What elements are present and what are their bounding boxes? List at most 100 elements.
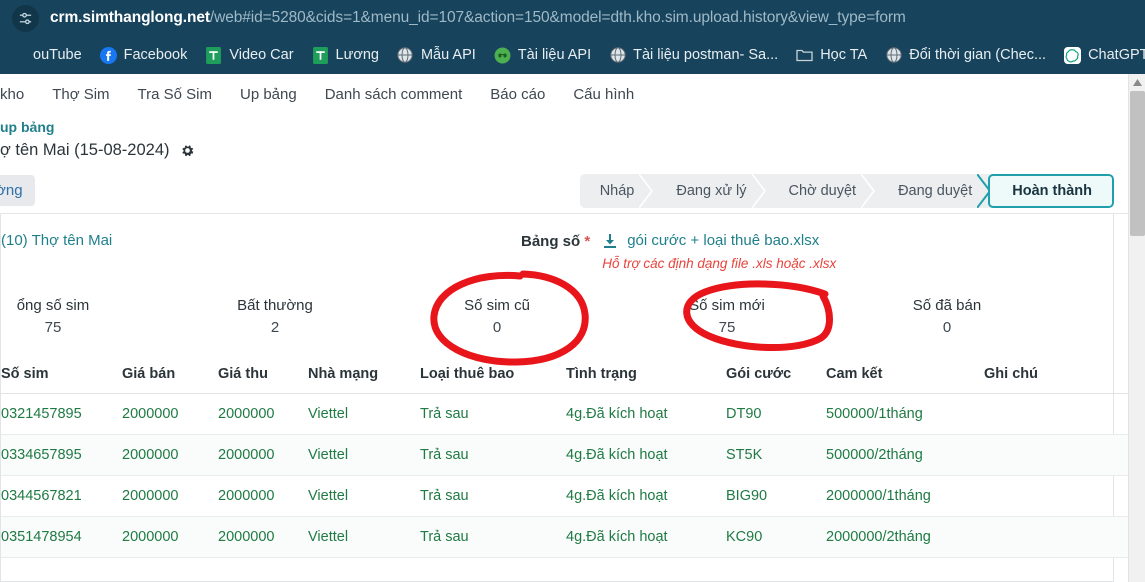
globe-icon	[609, 47, 626, 64]
globe-icon	[397, 47, 414, 64]
workflow-statusbar[interactable]: Nháp Đang xử lý Chờ duyệt Đang duyệt Hoà…	[579, 173, 1114, 208]
postman-icon	[494, 47, 511, 64]
column-header-ghi-chu[interactable]: Ghi chú	[984, 362, 1129, 394]
bookmark-mau-api[interactable]: Mẫu API	[388, 44, 485, 67]
browser-chrome: crm.simthanglong.net/web#id=5280&cids=1&…	[0, 0, 1145, 74]
stat-label: ổng số sim	[16, 297, 90, 314]
gear-icon[interactable]	[180, 143, 195, 158]
column-header-gia-ban[interactable]: Giá bán	[122, 362, 218, 394]
column-header-nha-mang[interactable]: Nhà mạng	[308, 362, 420, 394]
column-header-loai-thue-bao[interactable]: Loại thuê bao	[420, 362, 566, 394]
status-step-hoan-thanh[interactable]: Hoàn thành	[988, 173, 1114, 208]
nav-item-tra-so-sim[interactable]: Tra Số Sim	[124, 86, 226, 103]
nav-item-kho[interactable]: kho	[0, 86, 38, 103]
record-header: up bảng ợ tên Mai (15-08-2024)	[0, 114, 1128, 168]
table-row[interactable]: 0334657895 2000000 2000000 Viettel Trả s…	[1, 434, 1129, 476]
tho-name-label: (10) Thợ tên Mai	[1, 232, 113, 249]
cell-ghi-chu	[984, 516, 1129, 558]
download-icon[interactable]	[602, 233, 618, 249]
bookmark-label: ouTube	[33, 47, 82, 63]
chevron-separator-icon	[639, 173, 654, 208]
bookmark-chatgpt[interactable]: ChatGPT	[1055, 44, 1145, 67]
chevron-separator-icon	[861, 173, 876, 208]
cell-gia-thu: 2000000	[218, 393, 308, 435]
vertical-scrollbar[interactable]	[1128, 74, 1145, 582]
file-line[interactable]: gói cước + loại thuê bao.xlsx	[602, 232, 836, 249]
settings-sliders-icon[interactable]	[12, 4, 39, 32]
stat-value: 75	[44, 319, 62, 336]
status-step-label: Nháp	[599, 182, 635, 199]
cell-loai-thue-bao: Trả sau	[420, 393, 566, 435]
cell-nha-mang: Viettel	[308, 434, 420, 476]
cell-nha-mang: Viettel	[308, 516, 420, 558]
nav-item-bao-cao[interactable]: Báo cáo	[476, 86, 559, 103]
nav-item-danh-sach-comment[interactable]: Danh sách comment	[311, 86, 477, 103]
bookmark-tai-lieu-postman[interactable]: Tài liệu postman- Sa...	[600, 44, 787, 67]
status-step-label: Đang duyệt	[898, 182, 973, 199]
url-text[interactable]: crm.simthanglong.net/web#id=5280&cids=1&…	[50, 9, 906, 27]
required-mark: *	[584, 233, 591, 250]
cell-goi-cuoc: ST5K	[726, 434, 826, 476]
cell-gia-ban: 2000000	[122, 516, 218, 558]
bookmark-tai-lieu-api[interactable]: Tài liệu API	[485, 44, 600, 67]
status-step-cho-duyet[interactable]: Chờ duyệt	[765, 173, 876, 208]
cell-gia-ban: 2000000	[122, 393, 218, 435]
cell-nha-mang: Viettel	[308, 393, 420, 435]
nav-item-cau-hinh[interactable]: Cấu hình	[559, 86, 648, 103]
bookmark-label: ChatGPT	[1088, 47, 1145, 63]
bookmark-label: Tài liệu postman- Sa...	[633, 47, 779, 63]
scrollbar-thumb[interactable]	[1130, 91, 1145, 236]
breadcrumb[interactable]: up bảng	[0, 118, 1128, 136]
bookmark-label: Mẫu API	[420, 47, 476, 63]
stat-value: 0	[492, 319, 502, 336]
cell-cam-ket: 500000/2tháng	[826, 434, 984, 476]
stat-label: Số sim mới	[689, 297, 765, 314]
status-step-label: Chờ duyệt	[788, 182, 857, 199]
cell-so-sim: 0351478954	[1, 516, 122, 558]
stat-value: 2	[270, 319, 280, 336]
status-bar-row: ường Nháp Đang xử lý Chờ duyệt Đang duyệ…	[0, 168, 1128, 214]
cell-ghi-chu	[984, 393, 1129, 435]
globe-icon	[885, 47, 902, 64]
cell-loai-thue-bao: Trả sau	[420, 434, 566, 476]
bookmark-facebook[interactable]: Facebook	[91, 44, 197, 67]
bookmark-video-car[interactable]: Video Car	[196, 44, 302, 67]
status-step-dang-duyet[interactable]: Đang duyệt	[874, 173, 992, 208]
column-header-cam-ket[interactable]: Cam kết	[826, 362, 984, 394]
table-row[interactable]: 0321457895 2000000 2000000 Viettel Trả s…	[1, 393, 1129, 435]
cell-ghi-chu	[984, 475, 1129, 517]
toolbar-left-button[interactable]: ường	[0, 175, 35, 206]
bookmark-doi-thoi-gian[interactable]: Đổi thời gian (Chec...	[876, 44, 1055, 67]
nav-item-up-bang[interactable]: Up bảng	[226, 86, 311, 103]
column-header-goi-cuoc[interactable]: Gói cước	[726, 362, 826, 394]
cell-gia-ban: 2000000	[122, 475, 218, 517]
status-step-nhap[interactable]: Nháp	[580, 173, 654, 208]
stat-so-sim-moi: Số sim mới 75	[627, 296, 827, 340]
stat-label: Số sim cũ	[464, 297, 530, 314]
bookmarks-bar[interactable]: ouTube Facebook Video Car Lương Mẫu API	[0, 36, 1145, 74]
address-bar[interactable]: crm.simthanglong.net/web#id=5280&cids=1&…	[0, 0, 1145, 36]
stats-row: ổng số sim 75 Bất thường 2 Số sim cũ 0 S…	[1, 270, 1113, 366]
status-step-dang-xu-ly[interactable]: Đang xử lý	[652, 173, 766, 208]
stat-bat-thuong: Bất thường 2	[175, 296, 375, 340]
cell-goi-cuoc: BIG90	[726, 475, 826, 517]
scroll-up-arrow-icon[interactable]	[1129, 74, 1145, 91]
bookmark-hoc-ta[interactable]: Học TA	[787, 44, 876, 67]
stat-label: Bất thường	[237, 297, 313, 314]
bookmark-luong[interactable]: Lương	[303, 44, 388, 67]
file-name[interactable]: gói cước + loại thuê bao.xlsx	[627, 232, 819, 249]
column-header-so-sim[interactable]: Số sim	[1, 362, 122, 394]
column-header-gia-thu[interactable]: Giá thu	[218, 362, 308, 394]
column-header-tinh-trang[interactable]: Tình trạng	[566, 362, 726, 394]
cell-so-sim: 0334657895	[1, 434, 122, 476]
table-header-row: Số sim Giá bán Giá thu Nhà mạng Loại thu…	[1, 362, 1129, 394]
nav-item-tho-sim[interactable]: Thợ Sim	[38, 86, 123, 103]
table-row[interactable]: 0344567821 2000000 2000000 Viettel Trả s…	[1, 475, 1129, 517]
cell-so-sim: 0344567821	[1, 475, 122, 517]
cell-gia-thu: 2000000	[218, 475, 308, 517]
stat-value: 0	[942, 319, 952, 336]
table-row[interactable]: 0351478954 2000000 2000000 Viettel Trả s…	[1, 516, 1129, 558]
bookmark-youtube[interactable]: ouTube	[0, 44, 91, 67]
app-navigation[interactable]: kho Thợ Sim Tra Số Sim Up bảng Danh sách…	[0, 74, 1128, 114]
cell-cam-ket: 2000000/2tháng	[826, 516, 984, 558]
